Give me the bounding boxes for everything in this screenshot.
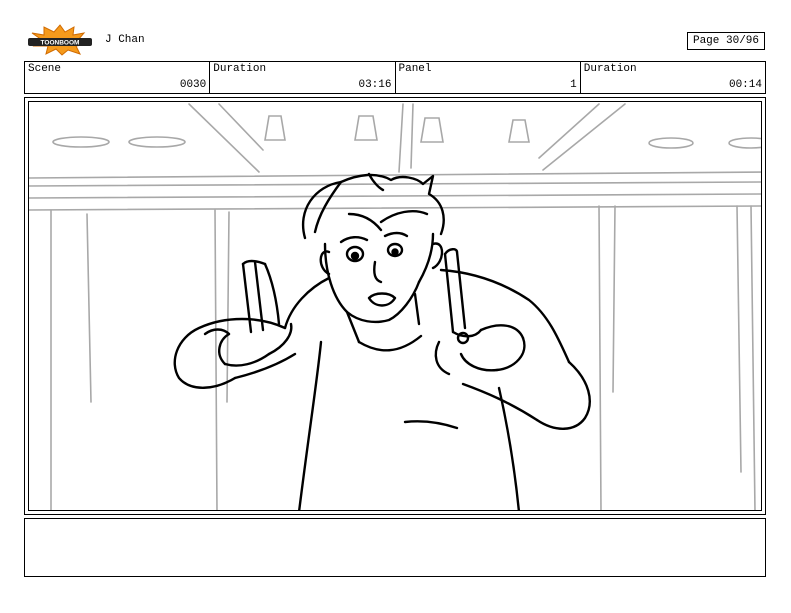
svg-text:TOONBOOM: TOONBOOM — [41, 40, 80, 47]
panel-cell: Panel 1 — [396, 62, 581, 93]
scene-cell: Scene 0030 — [25, 62, 211, 93]
page-number: Page 30/96 — [687, 32, 765, 50]
scene-label: Scene — [28, 63, 62, 75]
storyboard-frame — [24, 97, 766, 515]
toonboom-logo: TOONBOOM — [24, 24, 96, 56]
panel-duration-cell: Duration 00:14 — [581, 62, 765, 93]
notes-box — [24, 518, 766, 577]
scene-duration-value: 03:16 — [358, 79, 392, 91]
panel-label: Panel — [398, 63, 432, 75]
author-name: J Chan — [105, 34, 145, 46]
scene-duration-label: Duration — [213, 63, 267, 75]
storyboard-panel — [28, 101, 762, 511]
scene-duration-cell: Duration 03:16 — [210, 62, 396, 93]
panel-value: 1 — [570, 79, 577, 91]
storyboard-sketch — [29, 103, 761, 510]
panel-duration-value: 00:14 — [728, 79, 762, 91]
panel-duration-label: Duration — [583, 63, 637, 75]
info-table: Scene 0030 Duration 03:16 Panel 1 Durati… — [24, 61, 766, 94]
scene-value: 0030 — [179, 79, 207, 91]
